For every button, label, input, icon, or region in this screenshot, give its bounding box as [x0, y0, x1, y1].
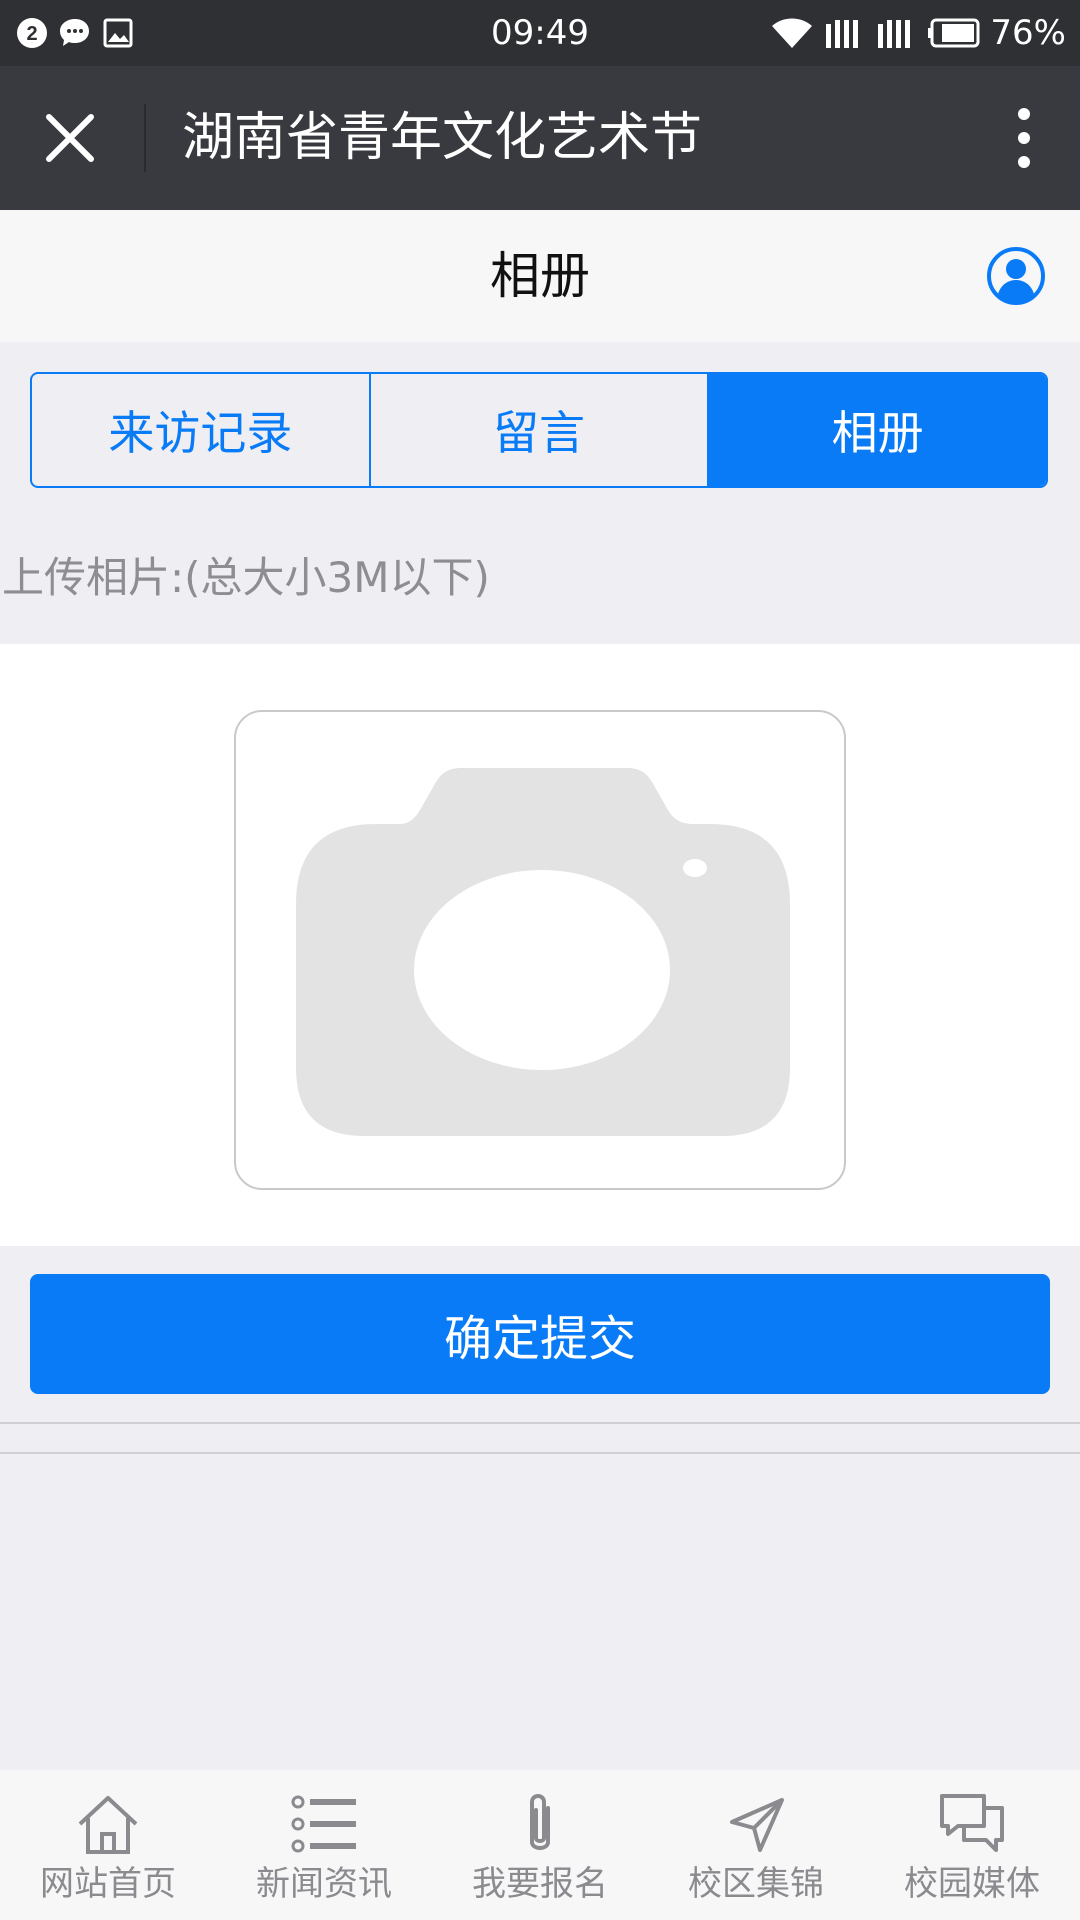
chat-icon	[940, 1794, 1004, 1852]
nav-item-media[interactable]: 校园媒体	[864, 1770, 1080, 1920]
nav-item-home[interactable]: 网站首页	[0, 1770, 216, 1920]
signal-icon	[826, 20, 859, 48]
nav-item-register[interactable]: 我要报名	[432, 1770, 648, 1920]
paperclip-icon	[530, 1794, 550, 1850]
divider	[0, 1422, 1080, 1424]
signal-icon-2	[878, 20, 911, 48]
more-options-button[interactable]	[1000, 102, 1048, 174]
app-bar: 湖南省青年文化艺术节	[0, 66, 1080, 210]
nav-label-campus: 校区集锦	[688, 1864, 824, 1904]
tab-bar: 来访记录 留言 相册	[30, 372, 1048, 488]
upload-panel	[0, 644, 1080, 1246]
nav-label-media: 校园媒体	[904, 1864, 1040, 1904]
nav-item-campus[interactable]: 校区集锦	[648, 1770, 864, 1920]
nav-label-register: 我要报名	[472, 1864, 608, 1904]
home-icon	[78, 1796, 138, 1854]
wifi-icon	[772, 18, 813, 48]
app-bar-divider	[144, 104, 146, 172]
page-title: 相册	[490, 247, 590, 305]
photo-upload-button[interactable]	[234, 710, 846, 1190]
nav-label-news: 新闻资讯	[256, 1864, 392, 1904]
battery-icon	[928, 18, 980, 48]
list-icon	[291, 1795, 356, 1853]
send-icon	[730, 1798, 784, 1852]
camera-icon	[296, 768, 790, 1136]
battery-percent: 76%	[990, 13, 1066, 53]
more-vertical-icon	[1018, 108, 1030, 168]
close-icon	[46, 114, 94, 162]
app-title: 湖南省青年文化艺术节	[182, 108, 703, 168]
status-bar: 2 09:49 76%	[0, 0, 1080, 66]
tab-visit-records[interactable]: 来访记录	[32, 374, 369, 486]
submit-button[interactable]: 确定提交	[30, 1274, 1050, 1394]
close-button[interactable]	[38, 106, 102, 170]
divider	[0, 1452, 1080, 1454]
user-profile-icon[interactable]	[986, 246, 1046, 306]
nav-item-news[interactable]: 新闻资讯	[216, 1770, 432, 1920]
tab-messages[interactable]: 留言	[368, 374, 708, 486]
nav-label-home: 网站首页	[40, 1864, 176, 1904]
page-header: 相册	[0, 210, 1080, 342]
upload-photos-label: 上传相片:(总大小3M以下)	[2, 553, 490, 602]
tab-album[interactable]: 相册	[707, 374, 1046, 486]
bottom-navigation: 网站首页 新闻资讯 我要报名 校区集锦 校园媒体	[0, 1770, 1080, 1920]
status-indicators: 76%	[770, 10, 1066, 56]
